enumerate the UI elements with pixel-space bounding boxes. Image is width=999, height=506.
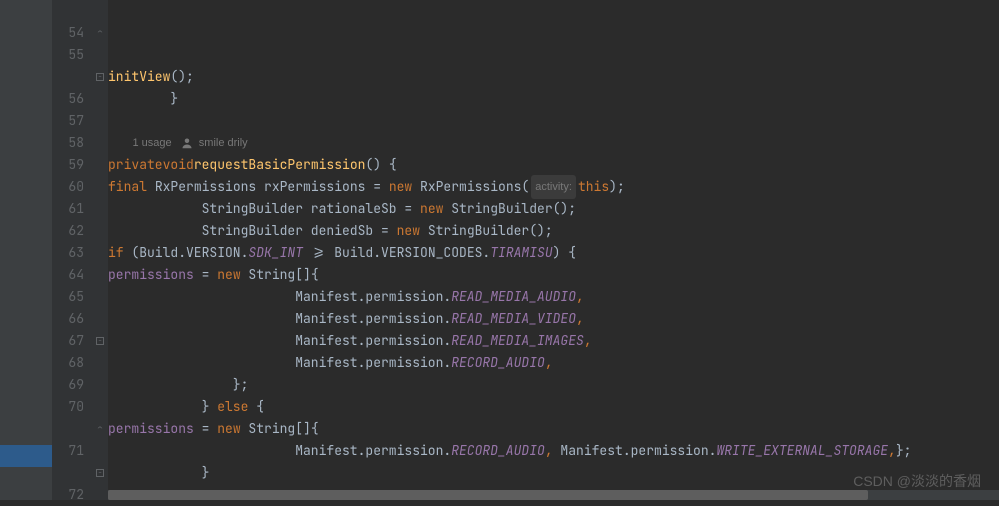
code-line[interactable]: permissions = new String[]{ (108, 418, 999, 440)
usage-hint[interactable]: 1 usage (132, 132, 171, 154)
line-number: 72 (52, 484, 84, 506)
fold-marker[interactable] (92, 286, 108, 308)
line-number: 61 (52, 198, 84, 220)
fold-marker[interactable] (92, 176, 108, 198)
code-line[interactable]: StringBuilder deniedSb = new StringBuild… (108, 220, 999, 242)
line-number: 66 (52, 308, 84, 330)
line-number: 63 (52, 242, 84, 264)
code-line[interactable] (108, 110, 999, 132)
fold-marker[interactable] (92, 308, 108, 330)
line-number: 62 (52, 220, 84, 242)
code-line[interactable]: } else { (108, 396, 999, 418)
code-line[interactable]: Manifest.permission.READ_MEDIA_AUDIO, (108, 286, 999, 308)
fold-marker[interactable] (92, 132, 108, 154)
fold-marker[interactable]: ⌃ (92, 418, 108, 440)
line-number: 59 (52, 154, 84, 176)
fold-marker[interactable] (92, 484, 108, 506)
code-line[interactable]: } (108, 88, 999, 110)
code-area[interactable]: CSDN @淡淡的香烟 initView(); } 1 usage smile … (108, 0, 999, 500)
code-line[interactable]: }; (108, 374, 999, 396)
line-number (52, 66, 84, 88)
horizontal-scrollbar[interactable] (108, 490, 999, 500)
line-number (52, 462, 84, 484)
code-line[interactable]: } (108, 462, 999, 484)
author-hint[interactable]: smile drily (199, 132, 248, 154)
line-number (52, 418, 84, 440)
line-number: 60 (52, 176, 84, 198)
code-line[interactable]: initView(); (108, 66, 999, 88)
scrollbar-thumb[interactable] (108, 490, 868, 500)
line-number: 56 (52, 88, 84, 110)
line-number (52, 0, 84, 22)
line-number: 57 (52, 110, 84, 132)
line-number: 54 (52, 22, 84, 44)
fold-marker[interactable] (92, 88, 108, 110)
code-editor[interactable]: 54555657585960616263646566676869707172 ⌃… (0, 0, 999, 500)
fold-marker[interactable] (92, 396, 108, 418)
fold-marker[interactable]: - (92, 462, 108, 484)
fold-marker[interactable] (92, 352, 108, 374)
sidebar-highlight (0, 445, 52, 467)
fold-marker[interactable] (92, 242, 108, 264)
line-number: 64 (52, 264, 84, 286)
line-number: 69 (52, 374, 84, 396)
code-line[interactable]: Manifest.permission.READ_MEDIA_IMAGES, (108, 330, 999, 352)
fold-marker[interactable]: - (92, 330, 108, 352)
fold-marker[interactable] (92, 0, 108, 22)
code-line[interactable]: permissions = new String[]{ (108, 264, 999, 286)
line-number: 70 (52, 396, 84, 418)
code-line[interactable]: Manifest.permission.RECORD_AUDIO, Manife… (108, 440, 999, 462)
fold-marker[interactable]: ⌃ (92, 22, 108, 44)
line-number: 65 (52, 286, 84, 308)
code-line[interactable]: StringBuilder rationaleSb = new StringBu… (108, 198, 999, 220)
fold-marker[interactable] (92, 44, 108, 66)
inlay-hint[interactable]: 1 usage smile drily (108, 132, 999, 154)
fold-marker[interactable] (92, 198, 108, 220)
line-number: 58 (52, 132, 84, 154)
code-line[interactable]: private void requestBasicPermission() { (108, 154, 999, 176)
line-number: 68 (52, 352, 84, 374)
fold-marker[interactable] (92, 110, 108, 132)
left-sidebar (0, 0, 52, 500)
fold-marker[interactable] (92, 154, 108, 176)
code-line[interactable]: if (Build.VERSION.SDK_INT >= Build.VERSI… (108, 242, 999, 264)
code-line[interactable]: final RxPermissions rxPermissions = new … (108, 176, 999, 198)
line-number: 55 (52, 44, 84, 66)
code-line[interactable]: Manifest.permission.READ_MEDIA_VIDEO, (108, 308, 999, 330)
fold-marker[interactable] (92, 440, 108, 462)
fold-marker[interactable] (92, 264, 108, 286)
code-line[interactable]: Manifest.permission.RECORD_AUDIO, (108, 352, 999, 374)
fold-gutter[interactable]: ⌃ - - ⌃ - (92, 0, 108, 500)
line-number: 71 (52, 440, 84, 462)
fold-marker[interactable] (92, 220, 108, 242)
line-number: 67 (52, 330, 84, 352)
line-number-gutter[interactable]: 54555657585960616263646566676869707172 (52, 0, 92, 500)
fold-marker[interactable]: - (92, 66, 108, 88)
fold-marker[interactable] (92, 374, 108, 396)
